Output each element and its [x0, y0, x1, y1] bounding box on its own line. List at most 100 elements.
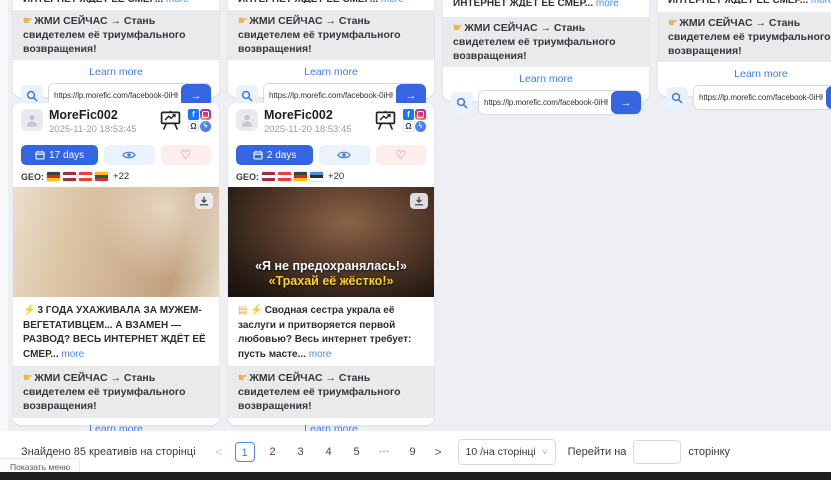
prev-page-button[interactable]: <	[208, 445, 231, 459]
favorite-heart-button[interactable]: ♡	[161, 145, 211, 165]
page-4-button[interactable]: 4	[319, 442, 339, 462]
page-5-button[interactable]: 5	[347, 442, 367, 462]
instagram-icon	[200, 109, 211, 120]
download-icon	[199, 196, 209, 206]
page-ellipsis[interactable]: •••	[375, 442, 395, 462]
eye-icon	[337, 150, 351, 160]
geo-more-count[interactable]: +20	[328, 171, 344, 182]
pointing-hand-icon: ☛	[23, 372, 32, 384]
creative-card-partial-4: ИНТЕРНЕТ ЖДЁТ ЕЁ СМЕР... more ☛ЖМИ СЕЙЧА…	[658, 0, 831, 96]
geo-label: GEO:	[236, 172, 259, 182]
image-overlay-text: «Я не предохранялась!» «Трахай её жёстко…	[228, 259, 434, 289]
next-page-button[interactable]: >	[427, 445, 450, 459]
page-2-button[interactable]: 2	[263, 442, 283, 462]
heart-icon: ♡	[180, 149, 191, 161]
ad-headline: ☛ЖМИ СЕЙЧАС → Стань свидетелем её триумф…	[13, 10, 219, 60]
download-image-button[interactable]	[195, 193, 213, 209]
flag-lt-icon	[95, 172, 108, 181]
geo-label: GEO:	[21, 172, 44, 182]
creative-card-partial-1: ИНТЕРНЕТ ЖДЁТ ЕЁ СМЕР... more ☛ЖМИ СЕЙЧА…	[13, 0, 219, 97]
facebook-icon: f	[403, 109, 414, 120]
page-1-button[interactable]: 1	[235, 442, 255, 462]
clipped-body-text: ИНТЕРНЕТ ЖДЁТ ЕЁ СМЕР... more	[23, 0, 209, 3]
clipped-text: ИНТЕРНЕТ ЖДЁТ ЕЁ СМЕР...	[453, 0, 593, 7]
ad-headline: ☛ЖМИ СЕЙЧАС → Стань свидетелем её триумф…	[658, 12, 831, 62]
days-active-button[interactable]: 2 days	[236, 145, 313, 165]
ad-headline: ☛ЖМИ СЕЙЧАС → Стань свидетелем её триумф…	[228, 366, 434, 418]
creative-card-partial-3: ИНТЕРНЕТ ЖДЁТ ЕЁ СМЕР... more ☛ЖМИ СЕЙЧА…	[443, 0, 649, 101]
preview-eye-button[interactable]	[104, 145, 154, 165]
ad-body-text: ⚡3 ГОДА УХАЖИВАЛА ЗА МУЖЕМ-ВЕГЕТАТИВЦЕМ.…	[13, 297, 219, 366]
search-icon	[671, 92, 683, 104]
platform-icons: f Ω ϟ	[188, 109, 211, 132]
arrow-right-icon: →	[406, 90, 417, 102]
pointing-hand-icon: ☛	[668, 17, 677, 29]
preview-eye-button[interactable]	[319, 145, 369, 165]
creative-card-2: MoreFic002 2025-11-20 18:53:45 f Ω ϟ 2 d…	[228, 103, 434, 425]
favorite-heart-button[interactable]: ♡	[376, 145, 426, 165]
per-page-select[interactable]: 10 /на сторінці ∨	[458, 439, 556, 465]
more-link[interactable]: more	[381, 0, 404, 3]
creative-image[interactable]	[13, 187, 219, 297]
clipped-text: ИНТЕРНЕТ ЖДЁТ ЕЁ СМЕР...	[668, 0, 808, 4]
platform-icons: f Ω ϟ	[403, 109, 426, 132]
search-url-button[interactable]	[666, 87, 688, 109]
messenger-icon: ϟ	[415, 121, 426, 132]
advertiser-avatar	[21, 109, 43, 131]
days-active-button[interactable]: 17 days	[21, 145, 98, 165]
download-icon	[414, 196, 424, 206]
presentation-chart-icon[interactable]	[374, 110, 397, 131]
presentation-chart-icon[interactable]	[159, 110, 182, 131]
more-link[interactable]: more	[309, 349, 332, 360]
creative-image[interactable]: «Я не предохранялась!» «Трахай её жёстко…	[228, 187, 434, 297]
creative-card-1: MoreFic002 2025-11-20 18:53:45 f Ω ϟ 17 …	[13, 103, 219, 425]
open-url-button[interactable]: →	[826, 86, 831, 109]
more-link[interactable]: more	[596, 0, 619, 7]
instagram-icon	[415, 109, 426, 120]
open-url-button[interactable]: →	[611, 91, 641, 114]
learn-more-link[interactable]: Learn more	[658, 68, 831, 80]
flag-de-icon	[294, 172, 307, 181]
flag-de-icon	[47, 172, 60, 181]
landing-url-input[interactable]	[49, 91, 181, 100]
ad-headline: ☛ЖМИ СЕЙЧАС → Стань свидетелем её триумф…	[228, 10, 434, 60]
creative-datetime: 2025-11-20 18:53:45	[264, 124, 374, 135]
arrow-right-icon: →	[621, 97, 632, 109]
page-9-button[interactable]: 9	[403, 442, 423, 462]
page-3-button[interactable]: 3	[291, 442, 311, 462]
per-page-value: 10 /на сторінці	[466, 446, 536, 458]
creative-card-partial-2: ИНТЕРНЕТ ЖДЁТ ЕЁ СМЕР... more ☛ЖМИ СЕЙЧА…	[228, 0, 434, 97]
ad-body-text: ▤ ⚡Сводная сестра украла её заслуги и пр…	[228, 297, 434, 366]
lightning-icon: ⚡	[23, 305, 35, 316]
landing-url-input[interactable]	[264, 91, 396, 100]
advertiser-name[interactable]: MoreFic002	[264, 109, 374, 122]
landing-url-input[interactable]	[694, 93, 826, 102]
more-link[interactable]: more	[61, 349, 84, 360]
flag-at-icon	[79, 172, 92, 181]
search-icon	[241, 90, 253, 102]
search-url-button[interactable]	[451, 92, 473, 114]
learn-more-link[interactable]: Learn more	[228, 66, 434, 78]
pager: < 12345 ••• 9 >	[208, 442, 450, 462]
ad-headline: ☛ЖМИ СЕЙЧАС → Стань свидетелем её триумф…	[13, 366, 219, 418]
more-link[interactable]: more	[166, 0, 189, 3]
download-image-button[interactable]	[410, 193, 428, 209]
bottom-dark-bar	[0, 472, 831, 480]
goto-page-label: Перейти на	[568, 446, 627, 458]
goto-page-input[interactable]	[633, 440, 681, 464]
pagination-bar: Знайдено 85 креативів на сторінці < 1234…	[0, 431, 831, 472]
advertiser-name[interactable]: MoreFic002	[49, 109, 159, 122]
pointing-hand-icon: ☛	[238, 15, 247, 27]
geo-more-count[interactable]: +22	[113, 171, 129, 182]
left-edge-strip	[0, 0, 8, 472]
more-link[interactable]: more	[811, 0, 831, 4]
search-icon	[26, 90, 38, 102]
eye-icon	[122, 150, 136, 160]
pointing-hand-icon: ☛	[23, 15, 32, 27]
landing-url-input[interactable]	[479, 98, 611, 107]
learn-more-link[interactable]: Learn more	[443, 73, 649, 85]
geo-flag-list	[262, 172, 323, 181]
learn-more-link[interactable]: Learn more	[13, 66, 219, 78]
calendar-icon	[35, 150, 45, 160]
clipped-text: ИНТЕРНЕТ ЖДЁТ ЕЁ СМЕР...	[238, 0, 378, 3]
